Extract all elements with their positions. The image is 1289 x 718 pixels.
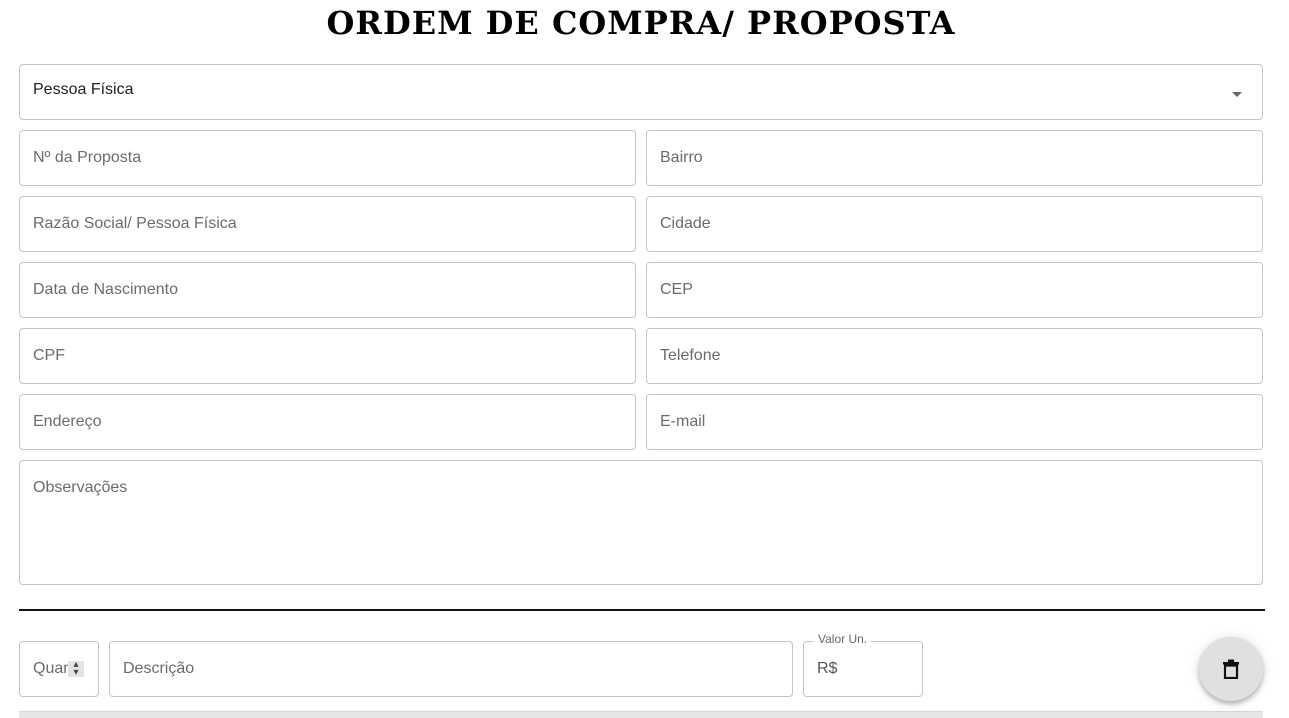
company-name-input[interactable]: Razão Social/ Pessoa Física [19, 196, 636, 252]
cpf-input[interactable]: CPF [19, 328, 636, 384]
currency-prefix: R$ [817, 660, 838, 677]
person-type-value: Pessoa Física [33, 81, 134, 98]
city-placeholder: Cidade [660, 215, 711, 232]
section-divider [19, 609, 1265, 611]
proposal-number-placeholder: Nº da Proposta [33, 149, 142, 166]
delete-item-button[interactable] [1199, 637, 1263, 701]
description-input[interactable]: Descrição [109, 641, 793, 697]
proposal-number-input[interactable]: Nº da Proposta [19, 130, 636, 186]
company-name-placeholder: Razão Social/ Pessoa Física [33, 215, 237, 232]
address-input[interactable]: Endereço [19, 394, 636, 450]
stepper-arrows-icon[interactable]: ▴ ▾ [68, 660, 84, 678]
quantity-stepper[interactable]: Quant. ▴ ▾ [19, 641, 99, 697]
caret-down-icon [1232, 92, 1242, 97]
cpf-placeholder: CPF [33, 347, 65, 364]
zip-placeholder: CEP [660, 281, 693, 298]
notes-textarea[interactable]: Observações [19, 460, 1263, 585]
address-placeholder: Endereço [33, 413, 102, 430]
phone-input[interactable]: Telefone [646, 328, 1263, 384]
zip-input[interactable]: CEP [646, 262, 1263, 318]
description-placeholder: Descrição [123, 660, 195, 677]
phone-placeholder: Telefone [660, 347, 721, 364]
neighborhood-input[interactable]: Bairro [646, 130, 1263, 186]
neighborhood-placeholder: Bairro [660, 149, 703, 166]
trash-icon [1223, 659, 1239, 679]
page-title: ORDEM DE COMPRA/ PROPOSTA [326, 4, 956, 42]
city-input[interactable]: Cidade [646, 196, 1263, 252]
email-input[interactable]: E-mail [646, 394, 1263, 450]
notes-placeholder: Observações [33, 479, 128, 496]
email-placeholder: E-mail [660, 413, 706, 430]
birth-date-input[interactable]: Data de Nascimento [19, 262, 636, 318]
unit-value-input[interactable]: Valor Un. R$ [803, 632, 923, 697]
birth-date-placeholder: Data de Nascimento [33, 281, 178, 298]
person-type-select[interactable]: Pessoa Física [19, 64, 1263, 120]
unit-value-label: Valor Un. [814, 632, 872, 646]
